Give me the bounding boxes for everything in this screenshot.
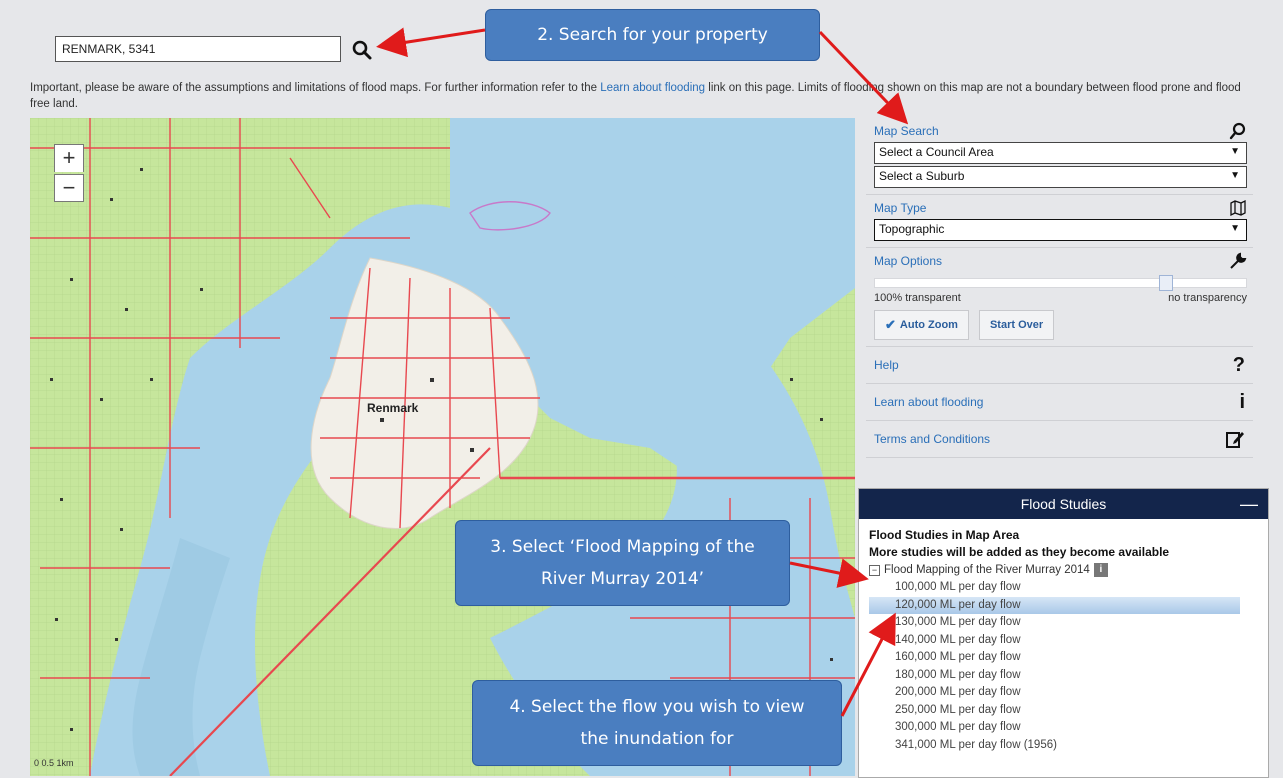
flow-item[interactable]: 120,000 ML per day flow	[869, 596, 1240, 614]
council-area-value: Select a Council Area	[879, 145, 994, 159]
slider-handle[interactable]	[1158, 275, 1173, 291]
suburb-value: Select a Suburb	[879, 169, 965, 183]
collapse-tree-icon[interactable]: −	[869, 564, 880, 576]
studies-heading: Flood Studies in Map Area	[869, 528, 1020, 542]
council-area-select[interactable]: Select a Council Area ▼	[874, 142, 1247, 164]
flow-item[interactable]: 130,000 ML per day flow	[869, 614, 1258, 632]
studies-subheading: More studies will be added as they becom…	[869, 545, 1170, 559]
help-row[interactable]: Help ?	[866, 347, 1253, 384]
learn-flooding-link[interactable]: Learn about flooding	[874, 395, 983, 409]
chevron-down-icon: ▼	[1230, 146, 1240, 157]
flow-item[interactable]: 250,000 ML per day flow	[869, 702, 1258, 720]
flow-item[interactable]: 140,000 ML per day flow	[869, 632, 1258, 650]
auto-zoom-button[interactable]: ✔ Auto Zoom	[874, 310, 969, 340]
flow-item[interactable]: 180,000 ML per day flow	[869, 667, 1258, 685]
step4-callout: 4. Select the flow you wish to view the …	[472, 680, 842, 766]
step2-callout: 2. Search for your property	[485, 9, 820, 61]
map-options-section: Map Options 100% transparent no transpar…	[866, 248, 1253, 347]
step3-callout: 3. Select ‘Flood Mapping of the River Mu…	[455, 520, 790, 606]
flow-item[interactable]: 200,000 ML per day flow	[869, 684, 1258, 702]
map-type-section: Map Type Topographic ▼	[866, 195, 1253, 248]
auto-zoom-label: Auto Zoom	[899, 319, 958, 331]
study-tree-root[interactable]: − Flood Mapping of the River Murray 2014…	[869, 563, 1258, 577]
disclaimer-before: Important, please be aware of the assump…	[30, 82, 601, 94]
suburb-select[interactable]: Select a Suburb ▼	[874, 166, 1247, 188]
arrow-to-search	[376, 27, 486, 58]
search-icon[interactable]	[351, 39, 373, 61]
help-link[interactable]: Help	[874, 358, 899, 372]
learn-flooding-row[interactable]: Learn about flooding i	[866, 384, 1253, 421]
slider-max-label: no transparency	[1168, 292, 1247, 304]
slider-min-label: 100% transparent	[874, 292, 961, 304]
learn-flooding-inline-link[interactable]: Learn about flooding	[600, 82, 705, 94]
chevron-down-icon: ▼	[1230, 170, 1240, 181]
map-type-value: Topographic	[879, 222, 945, 236]
map-options-title[interactable]: Map Options	[874, 252, 1247, 270]
start-over-button[interactable]: Start Over	[978, 310, 1055, 340]
edit-document-icon	[1226, 432, 1244, 448]
zoom-in-button[interactable]: +	[54, 144, 84, 172]
chevron-down-icon: ▼	[1230, 223, 1240, 234]
wrench-icon	[1230, 252, 1247, 269]
info-icon: i	[1239, 390, 1245, 413]
checkmark-icon: ✔	[885, 317, 896, 332]
flood-studies-header: Flood Studies —	[859, 489, 1268, 519]
flood-studies-title: Flood Studies	[1020, 496, 1107, 512]
study-name[interactable]: Flood Mapping of the River Murray 2014	[884, 564, 1090, 576]
map-canvas[interactable]	[30, 118, 855, 776]
collapse-button[interactable]: —	[1240, 489, 1258, 519]
map-controls-panel: Map Search Select a Council Area ▼ Selec…	[866, 118, 1253, 458]
flow-item[interactable]: 341,000 ML per day flow (1956)	[869, 737, 1258, 755]
zoom-out-button[interactable]: −	[54, 174, 84, 202]
property-search	[55, 36, 372, 62]
transparency-slider[interactable]	[874, 275, 1247, 291]
question-mark-icon: ?	[1232, 353, 1245, 376]
flow-list: 100,000 ML per day flow 120,000 ML per d…	[869, 579, 1258, 754]
disclaimer-text: Important, please be aware of the assump…	[30, 80, 1260, 112]
map-search-title[interactable]: Map Search	[874, 122, 1247, 140]
search-input[interactable]	[55, 36, 341, 62]
map-town-label: Renmark	[367, 401, 419, 415]
terms-row[interactable]: Terms and Conditions	[866, 421, 1253, 458]
search-icon	[1229, 122, 1246, 140]
terms-link[interactable]: Terms and Conditions	[874, 432, 990, 446]
map-search-section: Map Search Select a Council Area ▼ Selec…	[866, 118, 1253, 195]
flow-item[interactable]: 160,000 ML per day flow	[869, 649, 1258, 667]
flow-item[interactable]: 300,000 ML per day flow	[869, 719, 1258, 737]
map-scale-bar: 0 0.5 1km	[34, 758, 74, 768]
flood-studies-panel: Flood Studies — Flood Studies in Map Are…	[858, 488, 1269, 778]
flood-map[interactable]: + − Renmark 0 0.5 1km	[30, 118, 855, 776]
map-type-select[interactable]: Topographic ▼	[874, 219, 1247, 241]
map-icon	[1230, 199, 1246, 217]
map-type-title[interactable]: Map Type	[874, 199, 1247, 217]
info-icon[interactable]: i	[1093, 563, 1108, 577]
flow-item[interactable]: 100,000 ML per day flow	[869, 579, 1258, 597]
